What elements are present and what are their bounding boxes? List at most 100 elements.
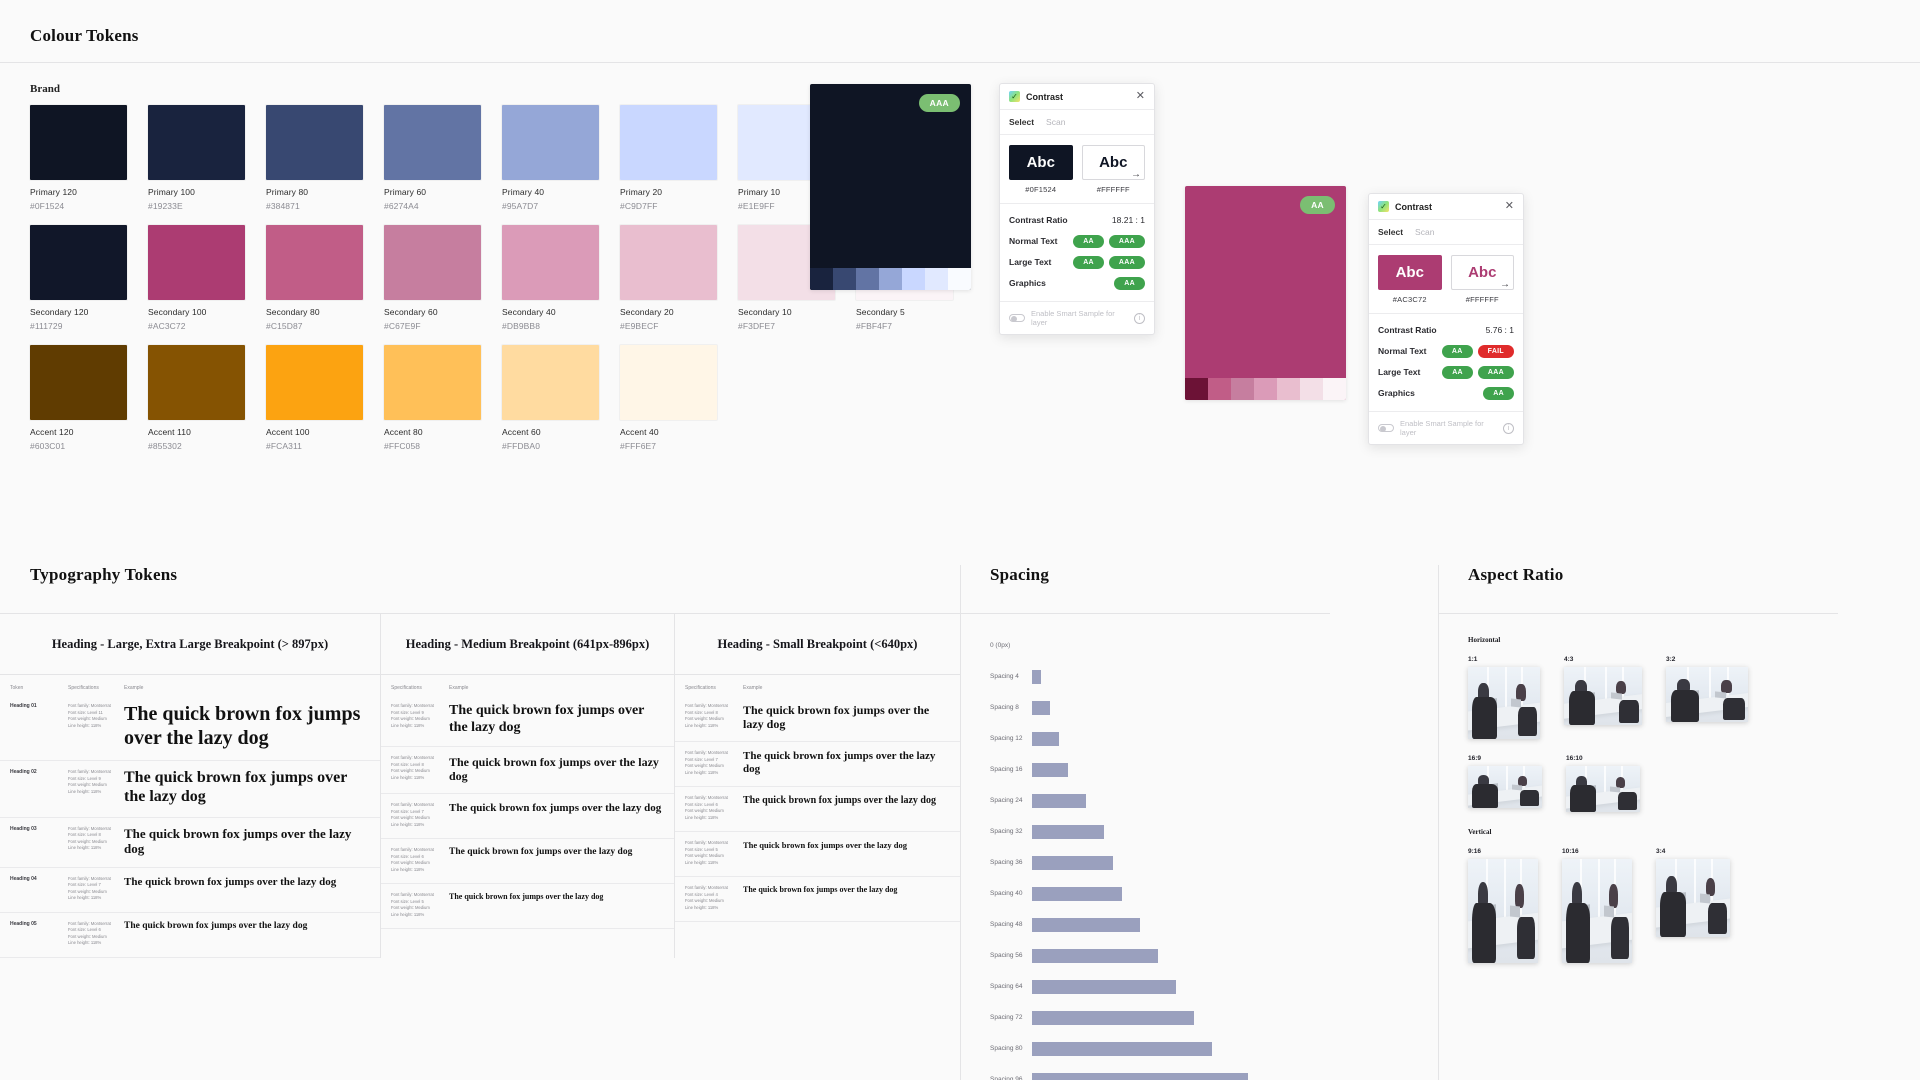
preview-strip-chip [1254, 378, 1277, 400]
swatch-chip[interactable] [30, 345, 127, 420]
colour-swatch[interactable]: Primary 100 #19233E [148, 105, 245, 211]
swap-arrow-icon[interactable]: → [1500, 279, 1510, 290]
aspect-ratio-item[interactable]: 9:16 [1468, 848, 1538, 963]
preview-strip-secondary [1185, 378, 1346, 400]
swatch-chip[interactable] [620, 105, 717, 180]
swatch-chip[interactable] [384, 345, 481, 420]
swatch-chip[interactable] [620, 345, 717, 420]
aspect-ratio-item[interactable]: 16:10 [1566, 755, 1640, 812]
result-label: Graphics [1009, 278, 1046, 288]
colour-swatch[interactable]: Primary 60 #6274A4 [384, 105, 481, 211]
swatch-chip[interactable] [266, 225, 363, 300]
colour-swatch[interactable]: Accent 100 #FCA311 [266, 345, 363, 451]
aspect-ratio-item[interactable]: 16:9 [1468, 755, 1542, 812]
colour-swatch[interactable]: Secondary 80 #C15D87 [266, 225, 363, 331]
status-badge: AA [1073, 255, 1104, 269]
swatch-chip[interactable] [148, 345, 245, 420]
spacing-row: Spacing 8 [960, 692, 1330, 723]
contrast-results: Contrast Ratio 5.76 : 1 Normal Text AA FAIL L… [1369, 314, 1523, 412]
close-icon[interactable]: ✕ [1136, 91, 1145, 102]
swatch-chip[interactable] [148, 225, 245, 300]
colour-swatch[interactable]: Accent 80 #FFC058 [384, 345, 481, 451]
swatch-chip[interactable] [384, 225, 481, 300]
swatch-chip[interactable] [502, 345, 599, 420]
spacing-row: Spacing 24 [960, 785, 1330, 816]
aspect-ratio-item[interactable]: 1:1 [1468, 656, 1540, 739]
aspect-ratio-item[interactable]: 3:4 [1656, 848, 1730, 963]
aspect-ratio-item[interactable]: 10:16 [1562, 848, 1632, 963]
swatch-hex: #855302 [148, 441, 182, 451]
aspect-ratio-item[interactable]: 4:3 [1564, 656, 1642, 739]
spacing-label: Spacing 36 [990, 859, 1023, 866]
colour-swatch[interactable]: Primary 40 #95A7D7 [502, 105, 599, 211]
swatch-chip[interactable] [502, 105, 599, 180]
close-icon[interactable]: ✕ [1505, 201, 1514, 212]
colour-swatch[interactable]: Secondary 20 #E9BECF [620, 225, 717, 331]
contrast-ratio-label: Contrast Ratio [1009, 215, 1068, 225]
typography-example: The quick brown fox jumps over the lazy … [743, 885, 898, 895]
scan-label[interactable]: Scan [1415, 227, 1434, 237]
info-icon[interactable]: i [1134, 312, 1145, 324]
colour-sample-row: Abc #0F1524 Abc #FFFFFF → [1000, 135, 1154, 204]
swatch-chip[interactable] [30, 225, 127, 300]
swatch-chip[interactable] [502, 225, 599, 300]
colour-swatch[interactable]: Secondary 120 #111729 [30, 225, 127, 331]
swatch-chip[interactable] [266, 345, 363, 420]
swatch-name: Secondary 5 [856, 307, 905, 317]
panel-footer: Enable Smart Sample for layer i [1369, 412, 1523, 444]
swap-arrow-icon[interactable]: → [1131, 169, 1141, 180]
foreground-sample[interactable]: Abc #0F1524 [1009, 145, 1073, 194]
contrast-plugin-panel-secondary[interactable]: ✓ Contrast ✕ Select Scan Abc #AC3C72 Abc… [1368, 193, 1524, 445]
colour-swatch[interactable]: Accent 110 #855302 [148, 345, 245, 451]
swatch-name: Secondary 40 [502, 307, 556, 317]
aspect-ratio-title: Aspect Ratio [1468, 565, 1564, 584]
swatch-hex: #AC3C72 [148, 321, 186, 331]
aspect-ratio-thumbnail [1468, 766, 1542, 808]
colour-preview-primary: AAA [810, 84, 971, 290]
colour-swatch[interactable]: Accent 120 #603C01 [30, 345, 127, 451]
scan-label[interactable]: Scan [1046, 117, 1065, 127]
swatch-chip[interactable] [620, 225, 717, 300]
aspect-ratio-thumbnail [1666, 667, 1748, 722]
spacing-label: 0 (0px) [990, 642, 1011, 649]
status-badge: AAA [1108, 255, 1145, 269]
info-icon[interactable]: i [1503, 422, 1514, 434]
swatch-hex: #19233E [148, 201, 183, 211]
aspect-ratio-item[interactable]: 3:2 [1666, 656, 1748, 739]
swatch-chip[interactable] [266, 105, 363, 180]
spacing-bar [1032, 700, 1050, 715]
colour-swatch[interactable]: Primary 120 #0F1524 [30, 105, 127, 211]
swatch-chip[interactable] [384, 105, 481, 180]
swatch-chip[interactable] [148, 105, 245, 180]
typography-body-medium: Specifications Example Font family: Montse… [380, 675, 674, 958]
contrast-plugin-icon: ✓ [1378, 201, 1389, 212]
smart-sample-toggle[interactable] [1009, 314, 1025, 322]
colour-swatch[interactable]: Secondary 60 #C67E9F [384, 225, 481, 331]
colour-swatch[interactable]: Primary 80 #384871 [266, 105, 363, 211]
colour-swatch[interactable]: Accent 40 #FFF6E7 [620, 345, 717, 451]
status-badge: AA [1441, 344, 1473, 358]
aspect-ratio-section: Aspect Ratio Horizontal 1:1 4:3 3:2 16:9 16:1… [1438, 565, 1920, 963]
contrast-plugin-panel-primary[interactable]: ✓ Contrast ✕ Select Scan Abc #0F1524 Abc… [999, 83, 1155, 335]
smart-sample-toggle[interactable] [1378, 424, 1394, 432]
contrast-results: Contrast Ratio 18.21 : 1 Normal Text AA AAA L… [1000, 204, 1154, 302]
colour-swatch[interactable]: Secondary 100 #AC3C72 [148, 225, 245, 331]
foreground-sample[interactable]: Abc #AC3C72 [1378, 255, 1442, 304]
colour-swatch[interactable]: Secondary 40 #DB9BB8 [502, 225, 599, 331]
spacing-section: Spacing 0 (0px) Spacing 4 Spacing 8 Spacing… [960, 565, 1438, 1080]
preview-strip-chip [1185, 378, 1208, 400]
foreground-hex: #AC3C72 [1392, 295, 1427, 304]
typography-column-small: Heading - Small Breakpoint (<640px) [674, 614, 960, 674]
select-row[interactable]: Select Scan [1369, 220, 1523, 245]
typography-spec: Font family: Montserrat Font size: Level… [68, 825, 111, 851]
spacing-bar [1032, 917, 1140, 932]
spacing-label: Spacing 4 [990, 673, 1019, 680]
typography-spec: Font family: Montserrat Font size: Level… [391, 847, 434, 872]
swatch-chip[interactable] [30, 105, 127, 180]
select-row[interactable]: Select Scan [1000, 110, 1154, 135]
contrast-ratio-value: 5.76 : 1 [1485, 325, 1514, 335]
colour-swatch[interactable]: Accent 60 #FFDBA0 [502, 345, 599, 451]
typography-body-small: Specifications Example Font family: Montse… [674, 675, 960, 958]
mini-header-cell: Specifications [685, 685, 716, 691]
colour-swatch[interactable]: Primary 20 #C9D7FF [620, 105, 717, 211]
